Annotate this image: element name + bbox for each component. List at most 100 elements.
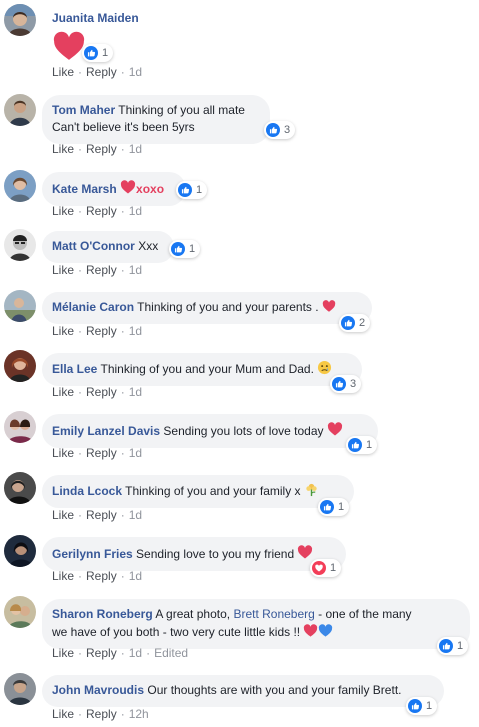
comment-bubble: Ella Lee Thinking of you and your Mum an… [42,353,362,386]
avatar[interactable] [4,229,36,261]
author-name[interactable]: Sharon Roneberg [52,607,153,621]
reaction-count[interactable]: 1 [437,637,469,655]
comment-actions: Like · Reply · 1d · Edited [52,646,189,660]
comment-actions: Like · Reply · 1d [52,508,143,522]
like-link[interactable]: Like [52,707,74,721]
reaction-count[interactable]: 1 [318,498,350,516]
timestamp[interactable]: 1d [129,324,142,338]
comment-text: - one of the many [318,607,412,621]
edited-label[interactable]: Edited [154,646,188,660]
reaction-count[interactable]: 1 [346,436,378,454]
reaction-count[interactable]: 1 [169,240,201,258]
comment-text: xoxo [136,182,165,196]
like-link[interactable]: Like [52,446,74,460]
comment-bubble: Sharon Roneberg A great photo, Brett Ron… [42,599,470,649]
author-name[interactable]: Linda Lcock [52,484,122,498]
reaction-count[interactable]: 1 [82,44,114,62]
comment-bubble: John Mavroudis Our thoughts are with you… [42,675,444,707]
avatar[interactable] [4,170,36,202]
timestamp[interactable]: 1d [129,569,142,583]
reaction-count[interactable]: 1 [310,559,342,577]
comment-actions: Like · Reply · 1d [52,65,143,79]
comment-actions: Like · Reply · 1d [52,204,143,218]
reaction-count[interactable]: 3 [330,375,362,393]
reaction-count[interactable]: 1 [176,181,208,199]
author-name[interactable]: John Mavroudis [52,683,144,697]
avatar[interactable] [4,290,36,322]
timestamp[interactable]: 12h [129,707,149,721]
reply-link[interactable]: Reply [86,707,117,721]
comment-text: we have of you both - two very cute litt… [52,625,301,639]
timestamp[interactable]: 1d [129,204,142,218]
sad-face-icon [318,360,332,375]
love-icon [312,561,326,575]
avatar[interactable] [4,350,36,382]
author-name[interactable]: Emily Lanzel Davis [52,424,160,438]
reply-link[interactable]: Reply [86,646,117,660]
comment-actions: Like · Reply · 1d [52,569,143,583]
hearts-icon [322,299,336,313]
like-link[interactable]: Like [52,204,74,218]
timestamp[interactable]: 1d [129,385,142,399]
like-link[interactable]: Like [52,646,74,660]
reaction-count[interactable]: 2 [339,314,371,332]
mention-link[interactable]: Brett Roneberg [233,607,314,621]
reply-link[interactable]: Reply [86,204,117,218]
like-icon [266,123,280,137]
comment-text: A great photo, [155,607,231,621]
author-name[interactable]: Mélanie Caron [52,300,134,314]
like-link[interactable]: Like [52,569,74,583]
reply-link[interactable]: Reply [86,446,117,460]
heart-icon [297,544,313,560]
reply-link[interactable]: Reply [86,65,117,79]
timestamp[interactable]: 1d [129,142,142,156]
like-icon [348,438,362,452]
comment-actions: Like · Reply · 1d [52,142,143,156]
author-name[interactable]: Kate Marsh [52,182,117,196]
comment-text: Xxx [138,239,159,253]
comment-text: Can't believe it's been 5yrs [52,120,195,134]
comment-bubble: Matt O'Connor Xxx [42,231,174,263]
like-link[interactable]: Like [52,65,74,79]
reply-link[interactable]: Reply [86,324,117,338]
avatar[interactable] [4,472,36,504]
author-name[interactable]: Ella Lee [52,362,97,376]
heart-icon [303,623,318,638]
reply-link[interactable]: Reply [86,385,117,399]
reply-link[interactable]: Reply [86,508,117,522]
avatar[interactable] [4,94,36,126]
avatar[interactable] [4,411,36,443]
comment-bubble: Kate Marsh xoxo [42,172,186,206]
reply-link[interactable]: Reply [86,263,117,277]
comment-bubble: Emily Lanzel Davis Sending you lots of l… [42,414,378,448]
timestamp[interactable]: 1d [129,646,142,660]
timestamp[interactable]: 1d [129,263,142,277]
avatar[interactable] [4,535,36,567]
reply-link[interactable]: Reply [86,569,117,583]
timestamp[interactable]: 1d [129,65,142,79]
avatar[interactable] [4,4,36,36]
avatar[interactable] [4,673,36,705]
reaction-count[interactable]: 1 [406,697,438,715]
author-name[interactable]: Gerilynn Fries [52,547,133,561]
comment-bubble: Gerilynn Fries Sending love to you my fr… [42,537,346,571]
like-icon [341,316,355,330]
like-link[interactable]: Like [52,508,74,522]
author-name[interactable]: Tom Maher [52,103,115,117]
blue-heart-icon [318,623,333,638]
reply-link[interactable]: Reply [86,142,117,156]
reaction-count[interactable]: 3 [264,121,296,139]
timestamp[interactable]: 1d [129,446,142,460]
like-link[interactable]: Like [52,385,74,399]
comment-text: Our thoughts are with you and your famil… [147,683,402,697]
like-link[interactable]: Like [52,142,74,156]
like-link[interactable]: Like [52,263,74,277]
like-icon [332,377,346,391]
author-name[interactable]: Juanita Maiden [52,11,139,25]
author-name[interactable]: Matt O'Connor [52,239,135,253]
like-link[interactable]: Like [52,324,74,338]
flower-icon [306,483,317,497]
comment-actions: Like · Reply · 1d [52,263,143,277]
timestamp[interactable]: 1d [129,508,142,522]
avatar[interactable] [4,596,36,628]
